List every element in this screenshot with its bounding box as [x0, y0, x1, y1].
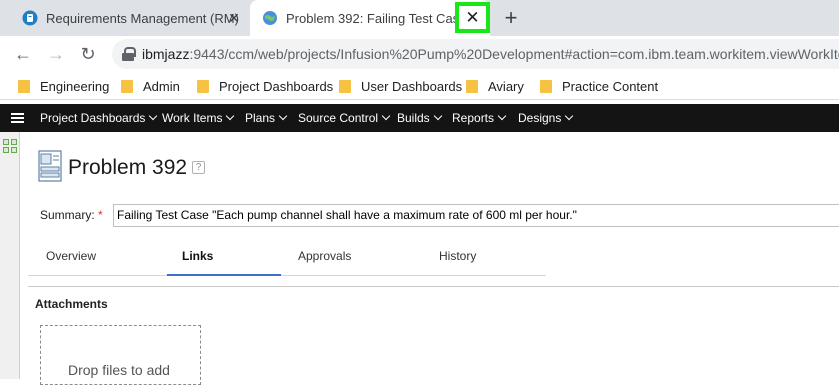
nav-label: Work Items [162, 111, 223, 125]
bookmark-label: Project Dashboards [219, 78, 334, 94]
close-tab-icon[interactable]: ✕ [226, 10, 242, 26]
bookmark-project-dashboards[interactable]: Project Dashboards [197, 78, 333, 94]
rm-app-icon [22, 10, 38, 26]
folder-icon [121, 79, 133, 93]
bookmark-practice-content[interactable]: Practice Content [540, 78, 658, 94]
left-side-strip [0, 132, 20, 379]
tab-links[interactable]: Links [167, 240, 281, 276]
folder-icon [18, 79, 30, 93]
new-tab-button[interactable]: + [500, 7, 522, 29]
bookmark-aviary[interactable]: Aviary [466, 78, 524, 94]
chevron-down-icon [226, 111, 235, 121]
close-tab-button-highlighted[interactable]: ✕ [455, 2, 490, 33]
attachments-heading: Attachments [35, 297, 108, 311]
folder-icon [466, 79, 478, 93]
back-button[interactable]: ← [13, 44, 33, 64]
nav-label: Plans [245, 111, 276, 125]
nav-reports[interactable]: Reports [452, 104, 507, 132]
summary-field[interactable]: Failing Test Case "Each pump channel sha… [113, 204, 839, 227]
folder-icon [197, 79, 209, 93]
nav-label: Builds [397, 111, 430, 125]
nav-label: Source Control [298, 111, 379, 125]
browser-tab-strip: Requirements Management (RM) ✕ Problem 3… [0, 0, 839, 36]
nav-source-control[interactable]: Source Control [298, 104, 391, 132]
chevron-down-icon [565, 111, 574, 121]
nav-label: Project Dashboards [40, 111, 146, 125]
bookmark-label: Practice Content [562, 78, 659, 94]
nav-builds[interactable]: Builds [397, 104, 442, 132]
chevron-down-icon [149, 111, 158, 121]
bookmark-label: Engineering [40, 78, 110, 94]
chevron-down-icon [381, 111, 391, 121]
summary-label-text: Summary: [40, 208, 95, 222]
work-item-tabs: Overview Links Approvals History [28, 240, 546, 276]
url-host: ibmjazz [142, 46, 190, 62]
nav-label: Reports [452, 111, 495, 125]
tab-title: Requirements Management (RM) [46, 10, 239, 26]
nav-label: Designs [518, 111, 562, 125]
tab-approvals[interactable]: Approvals [298, 240, 418, 276]
section-divider [28, 286, 839, 287]
nav-designs[interactable]: Designs [518, 104, 574, 132]
reload-button[interactable]: ↻ [78, 44, 98, 64]
work-item-problem-icon [38, 150, 62, 182]
bookmark-label: Admin [143, 78, 180, 94]
bookmark-label: User Dashboards [361, 78, 463, 94]
globe-icon [263, 11, 277, 25]
bookmark-user-dashboards[interactable]: User Dashboards [339, 78, 462, 94]
bookmarks-bar: Engineering Admin Project Dashboards Use… [0, 72, 839, 100]
nav-work-items[interactable]: Work Items [162, 104, 235, 132]
nav-plans[interactable]: Plans [245, 104, 288, 132]
drop-zone-text: Drop files to add [68, 362, 170, 378]
nav-project-dashboards[interactable]: Project Dashboards [40, 104, 158, 132]
bookmark-label: Aviary [488, 78, 524, 94]
folder-icon [540, 79, 552, 93]
required-marker: * [98, 208, 103, 222]
folder-icon [339, 79, 351, 93]
url-path: :9443/ccm/web/projects/Infusion%20Pump%2… [189, 46, 839, 62]
chevron-down-icon [433, 111, 442, 121]
lock-icon [122, 47, 136, 61]
app-navbar: Project Dashboards Work Items Plans Sour… [0, 104, 839, 132]
browser-toolbar: ← → ↻ ibmjazz:9443/ccm/web/projects/Infu… [0, 36, 839, 72]
chevron-down-icon [497, 111, 507, 121]
forward-button[interactable]: → [46, 44, 66, 64]
tab-history[interactable]: History [439, 240, 539, 276]
bookmark-engineering[interactable]: Engineering [18, 78, 109, 94]
bookmark-admin[interactable]: Admin [121, 78, 180, 94]
browser-tab-problem-392[interactable]: Problem 392: Failing Test Case "E [250, 0, 490, 36]
tab-overview[interactable]: Overview [46, 240, 166, 276]
help-icon[interactable]: ? [192, 161, 205, 174]
page-title: Problem 392 [68, 156, 188, 179]
apps-grid-icon[interactable] [3, 139, 17, 153]
summary-label: Summary: * [40, 208, 103, 222]
tab-title: Problem 392: Failing Test Case "E [286, 10, 484, 26]
hamburger-menu-icon[interactable] [11, 113, 24, 123]
address-bar[interactable]: ibmjazz:9443/ccm/web/projects/Infusion%2… [112, 39, 839, 69]
browser-tab-requirements[interactable]: Requirements Management (RM) [8, 0, 248, 36]
chevron-down-icon [278, 111, 288, 121]
